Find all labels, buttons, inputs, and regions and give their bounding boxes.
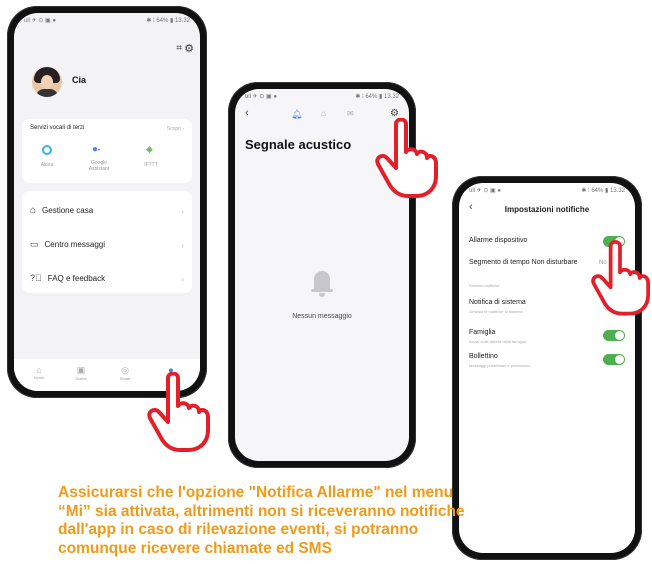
header-title: Impostazioni notifiche [504, 205, 590, 214]
status-bar: ull ✈ ⊙ ▣ ● ✱ ⁞ 64% ▮ 13.32 [14, 13, 200, 27]
family-sub: Avvisi sulle attività della famiglia [469, 339, 526, 344]
alexa-label: Alexa [40, 162, 54, 168]
menu-item-home-management[interactable]: ⌂ Gestione casa [30, 205, 93, 216]
house-icon: ⌂ [30, 205, 37, 216]
caption-line: dall'app in caso di rilevazione eventi, … [58, 521, 419, 538]
bell-tab-icon[interactable]: 🔔︎ [291, 109, 302, 120]
chevron-right-icon: › [181, 275, 184, 284]
scene-icon: ▣ [76, 365, 86, 375]
status-left: ull ✈ ⊙ ▣ ● [469, 187, 502, 194]
nav-scene[interactable]: ▣ Scene [66, 365, 96, 381]
settings-gear-icon[interactable]: ⚙ [184, 42, 194, 55]
home-tab-icon[interactable]: ⌂ [321, 109, 326, 118]
bulletin-sub: Messaggi pubblicitari e promozioni [469, 363, 531, 368]
user-name: Cia [72, 75, 87, 85]
pointing-hand-icon [147, 372, 210, 452]
section-label: Sistema notifiche [469, 283, 500, 288]
pointing-hand-icon [591, 240, 650, 316]
bulletin-label: Bollettino [469, 353, 498, 360]
menu-label: Centro messaggi [44, 240, 105, 249]
system-notification-label: Notifica di sistema [469, 299, 526, 306]
avatar[interactable] [32, 67, 62, 97]
nav-label: Scene [75, 376, 87, 381]
voice-services-title: Servizi vocali di terzi [30, 125, 85, 131]
menu-label: Gestione casa [42, 206, 94, 215]
caption-line: comunque ricevere chiamate ed SMS [58, 539, 332, 557]
status-bar: ull ✈ ⊙ ▣ ● ✱ ⁞ 64% ▮ 13.32 [459, 183, 635, 197]
alexa-icon[interactable] [42, 145, 52, 155]
ifttt-label: IFTTT [144, 162, 158, 168]
back-arrow-icon[interactable]: ‹ [245, 107, 249, 119]
google-assistant-label: Google Assistant [88, 160, 110, 172]
nav-label: Home [33, 375, 45, 380]
nav-smart[interactable]: ◎ Smart [110, 365, 140, 381]
profile-screen: ull ✈ ⊙ ▣ ● ✱ ⁞ 64% ▮ 13.32 ⌗ ⚙ Cia Serv… [14, 13, 200, 391]
chevron-right-icon: › [181, 207, 184, 216]
chevron-right-icon: › [181, 241, 184, 250]
family-label: Famiglia [469, 329, 496, 336]
status-right: ✱ ⁞ 64% ▮ 13.32 [581, 187, 625, 194]
empty-message: Nessun messaggio [292, 313, 352, 320]
menu-card: ⌂ Gestione casa › ▭ Centro messaggi › ?⃝… [22, 191, 192, 293]
menu-item-faq[interactable]: ?⃝ FAQ e feedback [30, 273, 105, 283]
status-bar: ull ✈ ⊙ ▣ ● ✱ ⁞ 64% ▮ 13.32 [235, 89, 409, 103]
help-icon: ?⃝ [30, 273, 42, 283]
menu-label: FAQ e feedback [47, 273, 106, 283]
message-tab-icon[interactable]: ✉ [347, 109, 354, 118]
instruction-caption: Assicurarsi che l'opzione "Notifica Alla… [58, 484, 528, 558]
smart-icon: ◎ [121, 365, 129, 375]
nav-label: Smart [119, 376, 131, 381]
alarm-label: Allarme dispositivo [469, 237, 528, 244]
pointing-hand-icon [375, 118, 438, 198]
nav-home[interactable]: ⌂ Home [24, 365, 54, 380]
caption-line: Assicurarsi che l'opzione "Notifica Alla… [58, 484, 454, 501]
system-notification-sub: Gestisci le notifiche di sistema [469, 309, 523, 314]
status-left: ull ✈ ⊙ ▣ ● [245, 93, 278, 100]
dnd-label[interactable]: Segmento di tempo Non disturbare [469, 259, 578, 266]
family-toggle[interactable] [603, 330, 625, 341]
status-right: ✱ ⁞ 64% ▮ 13.32 [355, 93, 399, 100]
google-assistant-icon[interactable]: ●• [92, 144, 100, 155]
caption-line: “Mi” sia attivata, altrimenti non si ric… [58, 502, 465, 520]
message-icon: ▭ [30, 239, 39, 249]
bulletin-toggle[interactable] [603, 354, 625, 365]
status-right: ✱ ⁞ 64% ▮ 13.32 [146, 17, 190, 24]
home-icon: ⌂ [36, 365, 42, 375]
phone-profile: ull ✈ ⊙ ▣ ● ✱ ⁞ 64% ▮ 13.32 ⌗ ⚙ Cia Serv… [7, 6, 207, 398]
voice-services-card: Servizi vocali di terzi Scopri › Alexa ●… [22, 119, 192, 183]
page-title: Segnale acustico [245, 137, 352, 152]
menu-item-message-center[interactable]: ▭ Centro messaggi [30, 239, 105, 250]
scan-icon[interactable]: ⌗ [176, 43, 182, 54]
status-left: ull ✈ ⊙ ▣ ● [24, 17, 57, 24]
voice-services-more[interactable]: Scopri › [167, 126, 184, 132]
empty-bell-icon [311, 271, 333, 297]
ifttt-icon[interactable]: ◆ [146, 144, 153, 155]
